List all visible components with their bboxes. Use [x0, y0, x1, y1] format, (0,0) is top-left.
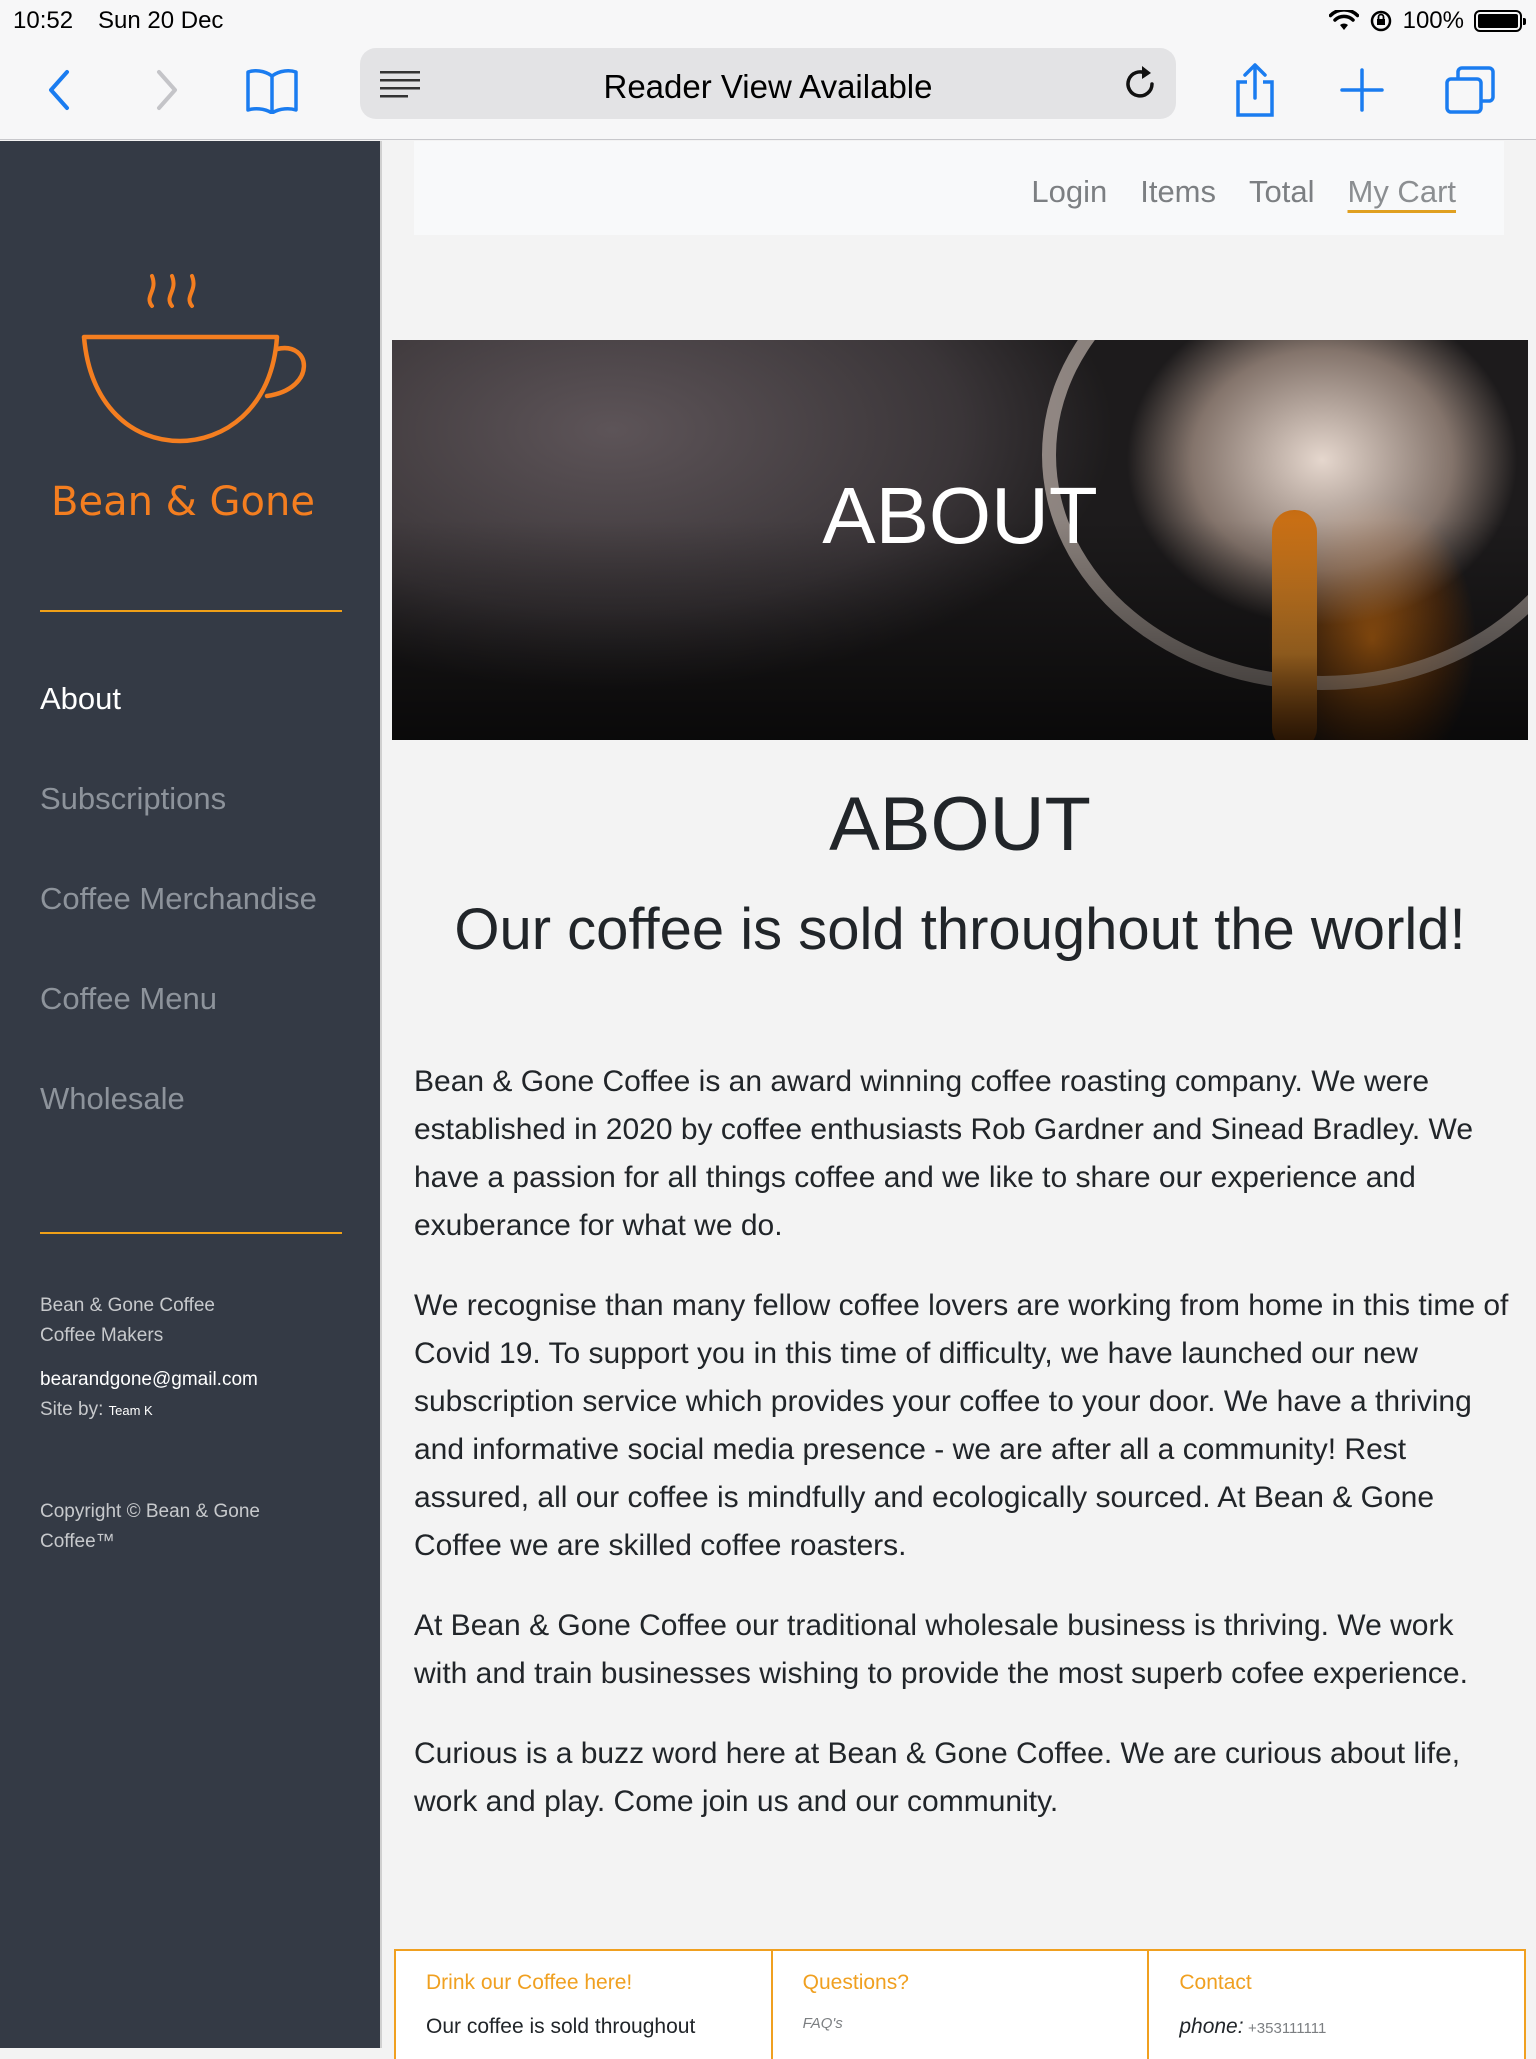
book-icon — [246, 69, 298, 114]
top-nav: Login Items Total My Cart — [414, 141, 1504, 235]
footer-col-contact: Contact phone: +353111111 — [1149, 1951, 1524, 2059]
footer-questions-heading: Questions? — [802, 1971, 909, 1994]
sidebar-divider-top — [40, 610, 342, 612]
site-credit: Site by: Team K — [40, 1395, 258, 1426]
page-title: ABOUT — [829, 782, 1091, 867]
battery-icon — [1474, 10, 1526, 32]
about-text: Bean & Gone Coffee is an award winning c… — [414, 1058, 1514, 1858]
bookmarks-button[interactable] — [240, 60, 304, 120]
sidebar-item-subscriptions[interactable]: Subscriptions — [40, 781, 317, 881]
footer-drink-text: Our coffee is sold throughout — [426, 2015, 696, 2038]
address-text: Reader View Available — [603, 68, 933, 105]
sidebar-divider-bottom — [40, 1232, 342, 1234]
reload-icon[interactable] — [1118, 62, 1162, 106]
tabs-button[interactable] — [1440, 60, 1500, 120]
faq-link[interactable]: FAQ's — [803, 2015, 1118, 2032]
status-indicators: 100% — [1328, 7, 1526, 35]
address-bar[interactable]: Reader View Available — [360, 48, 1176, 119]
sidebar-item-coffee-menu[interactable]: Coffee Menu — [40, 981, 317, 1081]
wifi-icon — [1328, 10, 1359, 30]
top-nav-links: Login Items Total My Cart — [1031, 174, 1456, 210]
contact-email[interactable]: bearandgone@gmail.com — [40, 1365, 258, 1395]
footer: Drink our Coffee here! Our coffee is sol… — [394, 1949, 1526, 2059]
site-by-label: Site by: — [40, 1399, 104, 1420]
about-paragraph: Curious is a buzz word here at Bean & Go… — [414, 1737, 1461, 1818]
footer-drink-heading[interactable]: Drink our Coffee here! — [426, 1971, 741, 1995]
phone-label: phone: — [1179, 2015, 1244, 2038]
sidebar-item-about[interactable]: About — [40, 681, 317, 781]
site-by-team[interactable]: Team K — [109, 1403, 153, 1418]
phone-number[interactable]: +353111111 — [1248, 2020, 1326, 2037]
total-link[interactable]: Total — [1249, 174, 1314, 210]
footer-col-drink: Drink our Coffee here! Our coffee is sol… — [396, 1951, 773, 2059]
status-date: Sun 20 Dec — [98, 7, 224, 34]
forward-button[interactable] — [136, 60, 196, 120]
status-time: 10:52 — [13, 7, 74, 34]
company-tagline: Coffee Makers — [40, 1325, 164, 1346]
plus-icon — [1340, 68, 1384, 112]
share-button[interactable] — [1225, 60, 1285, 120]
battery-level — [1478, 14, 1518, 28]
brand-name[interactable]: Bean & Gone — [0, 479, 366, 525]
new-tab-button[interactable] — [1332, 60, 1392, 120]
about-paragraph: We recognise than many fellow coffee lov… — [414, 1289, 1509, 1562]
company-name: Bean & Gone Coffee — [40, 1295, 215, 1316]
main-content: Login Items Total My Cart ABOUT ABOUT Ou… — [384, 141, 1536, 2059]
chevron-right-icon — [157, 70, 177, 110]
footer-contact-heading: Contact — [1179, 1971, 1252, 1994]
about-paragraph: Bean & Gone Coffee is an award winning c… — [414, 1065, 1474, 1242]
chevron-left-icon — [49, 70, 69, 110]
sidebar: Bean & Gone About Subscriptions Coffee M… — [0, 141, 382, 2048]
footer-phone: phone: +353111111 — [1179, 2015, 1494, 2039]
hero-banner: ABOUT — [392, 340, 1528, 740]
status-bar: 10:52 Sun 20 Dec 100% — [0, 0, 1536, 40]
contact-info: bearandgone@gmail.com Site by: Team K — [40, 1365, 258, 1426]
hero-title: ABOUT — [822, 471, 1098, 560]
sidebar-item-coffee-merchandise[interactable]: Coffee Merchandise — [40, 881, 317, 981]
about-paragraph: At Bean & Gone Coffee our traditional wh… — [414, 1609, 1468, 1690]
share-icon — [1236, 63, 1274, 117]
battery-percent: 100% — [1402, 7, 1464, 34]
copyright: Copyright © Bean & Gone Coffee™ — [40, 1501, 260, 1552]
tabs-icon — [1445, 66, 1495, 114]
login-link[interactable]: Login — [1031, 174, 1107, 210]
my-cart-link[interactable]: My Cart — [1348, 174, 1457, 210]
footer-col-questions: Questions? FAQ's — [773, 1951, 1150, 2059]
browser-toolbar: Reader View Available — [0, 40, 1536, 140]
back-button[interactable] — [30, 60, 90, 120]
coffee-cup-logo-icon[interactable] — [72, 271, 322, 451]
page-subtitle: Our coffee is sold throughout the world! — [454, 897, 1466, 962]
company-info: Bean & Gone Coffee Coffee Makers — [40, 1291, 215, 1351]
items-link[interactable]: Items — [1140, 174, 1216, 210]
sidebar-nav: About Subscriptions Coffee Merchandise C… — [40, 681, 317, 1181]
sidebar-item-wholesale[interactable]: Wholesale — [40, 1081, 317, 1181]
orientation-lock-icon — [1370, 10, 1391, 32]
